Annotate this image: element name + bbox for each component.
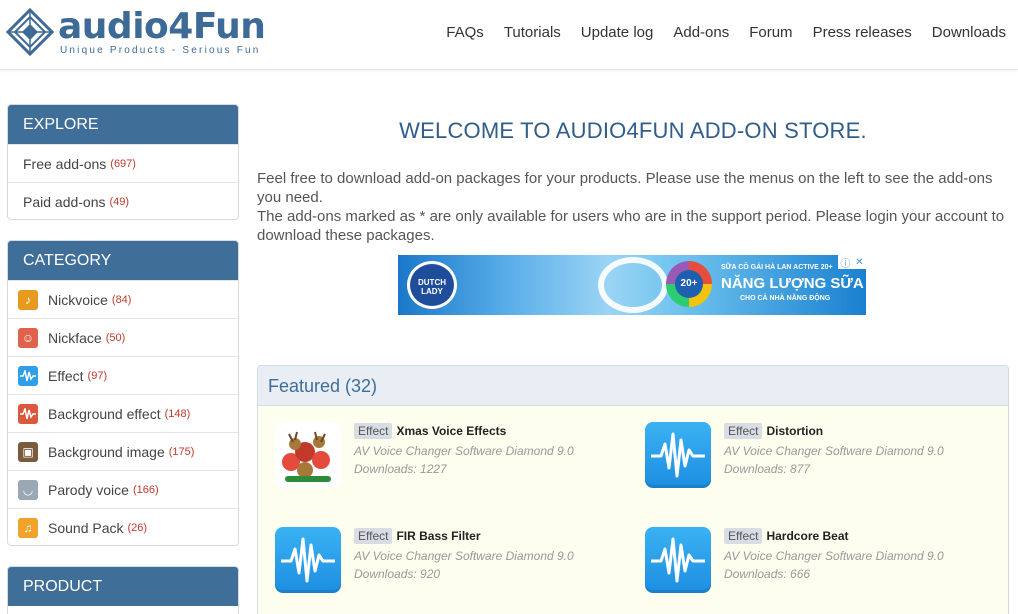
sidebar-item-label: Effect — [48, 367, 84, 384]
nav-press-releases[interactable]: Press releases — [813, 24, 912, 41]
addon-downloads: Downloads: 877 — [724, 462, 811, 476]
ad-controls: ⓘ ✕ — [838, 255, 866, 270]
sidebar-item-label: Background effect — [48, 405, 161, 422]
sound-pack-icon: ♫ — [18, 517, 38, 538]
explore-panel: EXPLORE Free add-ons (697) Paid add-ons … — [7, 104, 239, 220]
xmas-reindeer-thumbnail[interactable] — [275, 422, 341, 488]
background-image-icon: ▣ — [18, 441, 38, 462]
addon-title[interactable]: Distortion — [766, 424, 823, 438]
addon-card[interactable]: Effect Distortion AV Voice Changer Softwa… — [645, 422, 995, 492]
nav-forum[interactable]: Forum — [749, 24, 792, 41]
waveform-thumbnail-icon[interactable] — [645, 422, 711, 488]
sidebar-item-label: Free add-ons — [23, 155, 107, 172]
product-panel: PRODUCT — [7, 566, 239, 614]
addon-product: AV Voice Changer Software Diamond 9.0 — [354, 444, 574, 458]
product-title: PRODUCT — [8, 567, 238, 606]
sidebar-item-count: (49) — [109, 195, 130, 208]
explore-title: EXPLORE — [8, 105, 238, 144]
ad-headline: NĂNG LƯỢNG SỮA — [721, 275, 864, 292]
featured-section: Featured (32) Effect Xmas Voice Effects A… — [257, 365, 1009, 614]
sidebar-item-parody-voice[interactable]: ◡ Parody voice (166) — [8, 470, 238, 508]
sidebar-item-count: (148) — [164, 407, 191, 420]
sidebar-item-nickface[interactable]: ☺ Nickface (50) — [8, 318, 238, 356]
nav-downloads[interactable]: Downloads — [932, 24, 1006, 41]
nav-update-log[interactable]: Update log — [581, 24, 654, 41]
waveform-thumbnail-icon[interactable] — [645, 527, 711, 593]
sidebar-item-label: Background image — [48, 443, 165, 460]
addon-info: Effect FIR Bass Filter AV Voice Changer S… — [354, 527, 574, 581]
intro-text: Feel free to download add-on packages fo… — [257, 169, 1009, 245]
addon-downloads: Downloads: 920 — [354, 567, 441, 581]
ad-small-line: SỮA CÔ GÁI HÀ LAN ACTIVE 20+ — [721, 264, 833, 271]
ad-badge-number: 20+ — [675, 270, 703, 298]
addon-title[interactable]: Hardcore Beat — [766, 529, 848, 543]
nickvoice-icon: ♪ — [18, 289, 38, 310]
sidebar-item-label: Paid add-ons — [23, 193, 106, 210]
sidebar-item-count: (50) — [105, 331, 126, 344]
sidebar-item-label: Parody voice — [48, 481, 129, 498]
featured-title: Featured (32) — [258, 366, 1008, 406]
sidebar-item-count: (697) — [110, 157, 136, 170]
addon-tag[interactable]: Effect — [724, 528, 763, 544]
sidebar-item-free-addons[interactable]: Free add-ons (697) — [8, 144, 238, 182]
addon-card[interactable]: Effect Xmas Voice Effects AV Voice Change… — [275, 422, 625, 492]
addon-product: AV Voice Changer Software Diamond 9.0 — [724, 444, 944, 458]
sidebar-item-label: Nickvoice — [48, 291, 108, 308]
nav-faqs[interactable]: FAQs — [446, 24, 484, 41]
site-logo[interactable]: audio4Fun Unique Products - Serious Fun — [6, 6, 266, 61]
top-nav: FAQs Tutorials Update log Add-ons Forum … — [446, 24, 1006, 41]
addon-product: AV Voice Changer Software Diamond 9.0 — [724, 549, 944, 563]
ad-brand-logo: DUTCH LADY — [407, 261, 457, 309]
addon-downloads: Downloads: 666 — [724, 567, 811, 581]
ad-product-image — [598, 257, 668, 313]
addon-downloads: Downloads: 1227 — [354, 462, 447, 476]
sidebar-item-effect[interactable]: Effect (97) — [8, 356, 238, 394]
sidebar-item-background-image[interactable]: ▣ Background image (175) — [8, 432, 238, 470]
addon-card[interactable]: Effect FIR Bass Filter AV Voice Changer S… — [275, 527, 625, 597]
sidebar-item-count: (166) — [132, 483, 159, 496]
sidebar-item-background-effect[interactable]: Background effect (148) — [8, 394, 238, 432]
ad-subline: CHO CẢ NHÀ NĂNG ĐỘNG — [740, 295, 831, 302]
nickface-icon: ☺ — [18, 327, 38, 348]
addon-tag[interactable]: Effect — [354, 423, 393, 439]
addon-title[interactable]: Xmas Voice Effects — [396, 424, 506, 438]
nav-tutorials[interactable]: Tutorials — [504, 24, 561, 41]
effect-icon — [18, 365, 38, 386]
sidebar-item-count: (26) — [127, 521, 148, 534]
sidebar-item-count: (97) — [87, 369, 108, 382]
sidebar-item-label: Sound Pack — [48, 519, 124, 536]
ad-info-icon[interactable]: ⓘ — [840, 255, 850, 270]
ad-close-icon[interactable]: ✕ — [855, 257, 863, 268]
sidebar-item-sound-pack[interactable]: ♫ Sound Pack (26) — [8, 508, 238, 545]
logo-diamond-icon — [6, 8, 54, 56]
addon-info: Effect Distortion AV Voice Changer Softwa… — [724, 422, 944, 476]
addon-info: Effect Hardcore Beat AV Voice Changer Sof… — [724, 527, 944, 581]
category-panel: CATEGORY ♪ Nickvoice (84) ☺ Nickface (50… — [7, 240, 239, 546]
logo-tagline: Unique Products - Serious Fun — [60, 45, 261, 56]
addon-product: AV Voice Changer Software Diamond 9.0 — [354, 549, 574, 563]
sidebar-item-count: (175) — [168, 445, 195, 458]
sidebar-item-nickvoice[interactable]: ♪ Nickvoice (84) — [8, 280, 238, 318]
page-title: WELCOME TO AUDIO4FUN ADD-ON STORE. — [399, 118, 867, 143]
ad-badge-circle: 20+ — [666, 261, 712, 307]
category-title: CATEGORY — [8, 241, 238, 280]
sidebar-item-paid-addons[interactable]: Paid add-ons (49) — [8, 182, 238, 219]
sidebar-item-count: (84) — [111, 293, 132, 306]
waveform-thumbnail-icon[interactable] — [275, 527, 341, 593]
site-header: audio4Fun Unique Products - Serious Fun … — [0, 0, 1018, 70]
parody-voice-icon: ◡ — [18, 479, 38, 500]
addon-tag[interactable]: Effect — [724, 423, 763, 439]
advertisement-banner[interactable]: DUTCH LADY 20+ SỮA CÔ GÁI HÀ LAN ACTIVE … — [398, 255, 866, 315]
addon-info: Effect Xmas Voice Effects AV Voice Change… — [354, 422, 574, 476]
addon-tag[interactable]: Effect — [354, 528, 393, 544]
addon-card[interactable]: Effect Hardcore Beat AV Voice Changer Sof… — [645, 527, 995, 597]
sidebar-item-label: Nickface — [48, 329, 102, 346]
intro-paragraph-2: The add-ons marked as * are only availab… — [257, 208, 1005, 244]
intro-paragraph-1: Feel free to download add-on packages fo… — [257, 170, 993, 206]
logo-wordmark: audio4Fun — [58, 6, 266, 47]
background-effect-icon — [18, 403, 38, 424]
nav-add-ons[interactable]: Add-ons — [673, 24, 729, 41]
addon-title[interactable]: FIR Bass Filter — [396, 529, 480, 543]
